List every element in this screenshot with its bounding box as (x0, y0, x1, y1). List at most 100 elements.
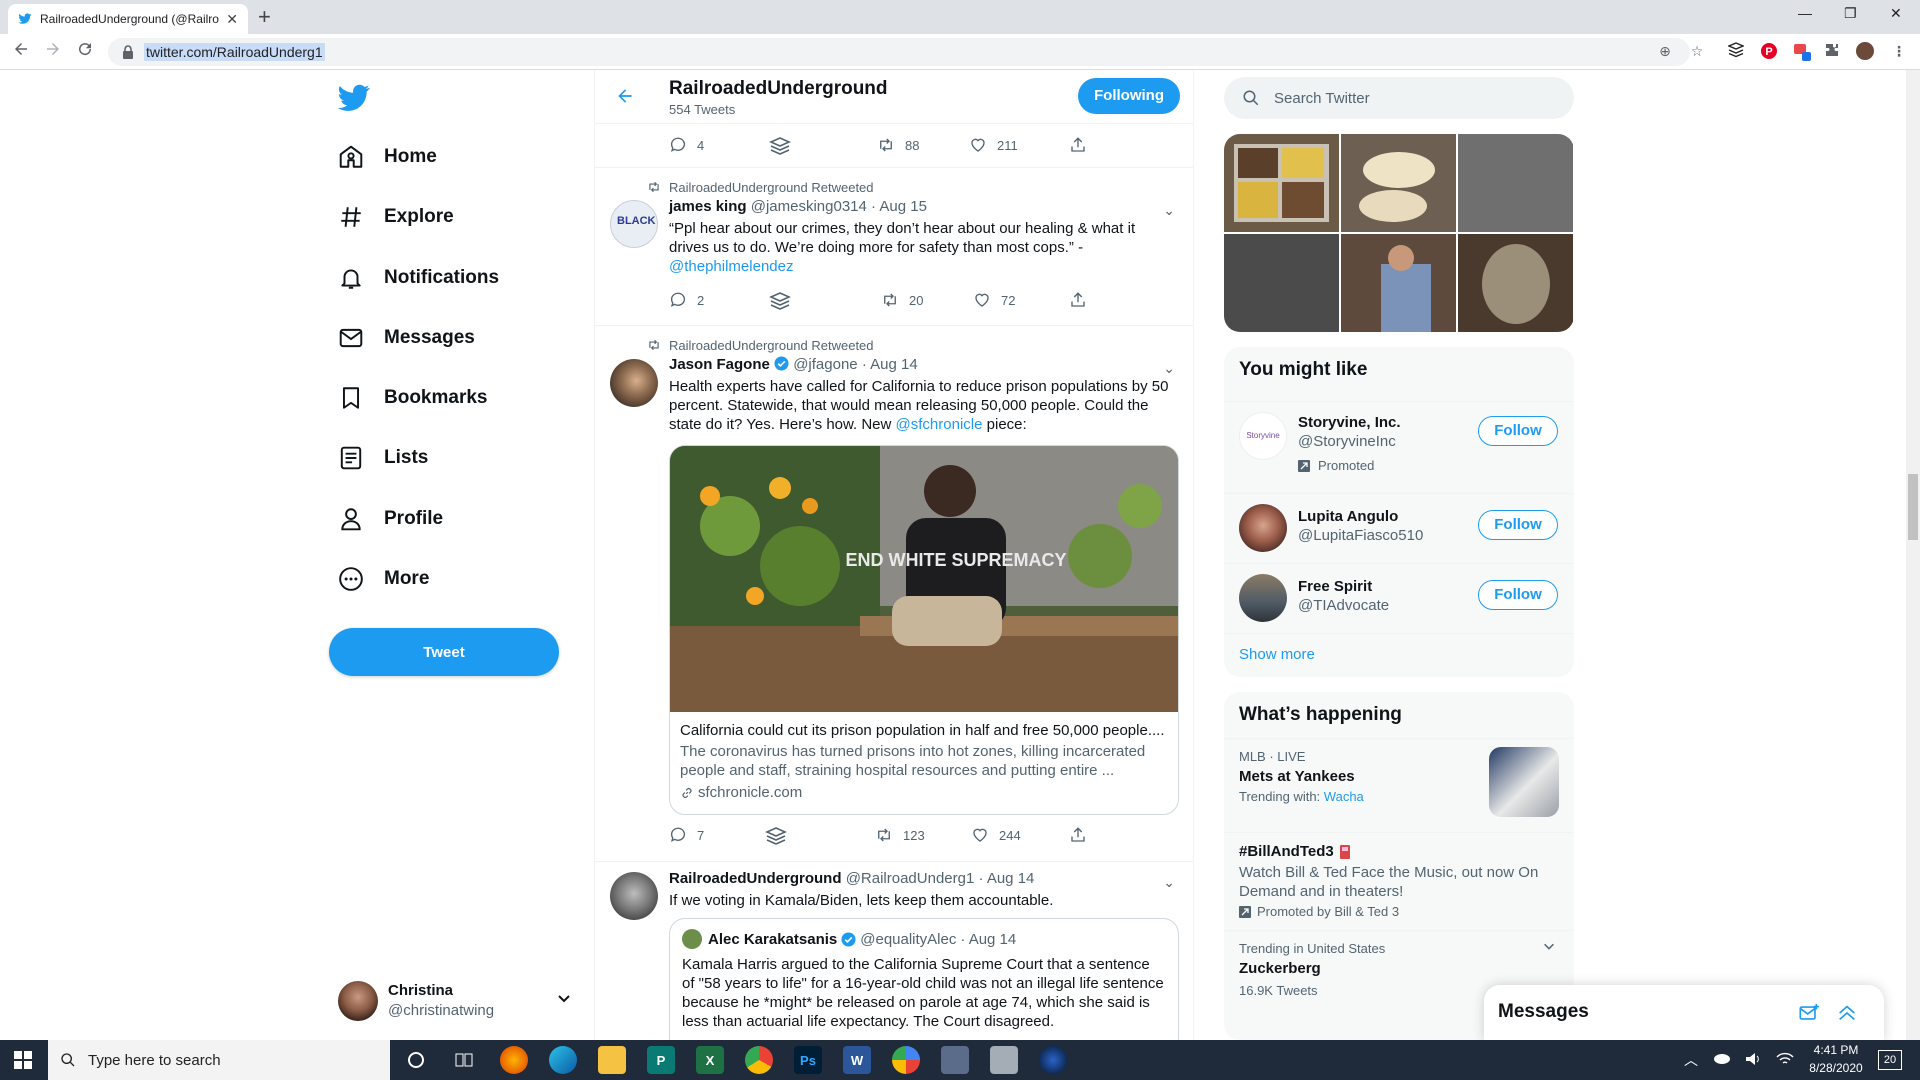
tweet-date[interactable]: · Aug 14 (979, 870, 1035, 887)
forward-icon[interactable] (44, 40, 62, 58)
like-button[interactable]: 72 (973, 291, 1015, 309)
add-icon[interactable]: ⊕ (1656, 42, 1674, 60)
tweet-card[interactable]: RailroadedUnderground @RailroadUnderg1 ·… (595, 862, 1193, 1040)
pinterest-extension-icon[interactable]: P (1760, 42, 1778, 60)
minimize-button[interactable]: — (1798, 5, 1812, 21)
tweet-author-handle[interactable]: @jfagone (793, 356, 857, 373)
stack-button[interactable] (769, 291, 801, 311)
reload-icon[interactable] (76, 40, 94, 58)
nav-bookmarks[interactable]: Bookmarks (338, 378, 488, 418)
search-box[interactable]: Search Twitter (1224, 77, 1574, 119)
chevron-down-icon[interactable]: ⌄ (1163, 874, 1175, 891)
back-arrow-icon[interactable] (615, 86, 635, 106)
nav-notifications[interactable]: Notifications (338, 258, 499, 298)
stack-button[interactable] (769, 136, 801, 156)
media-thumbnail[interactable] (1224, 234, 1339, 332)
volume-icon[interactable] (1744, 1051, 1762, 1067)
stack-button[interactable] (765, 826, 797, 846)
excel-icon[interactable]: X (696, 1046, 724, 1074)
trend-item[interactable]: MLB · LIVE Mets at Yankees Trending with… (1224, 738, 1574, 832)
quote-tweet[interactable]: Alec Karakatsanis @equalityAlec · Aug 14… (669, 918, 1179, 1040)
tweet-date[interactable]: · Aug 14 (862, 356, 918, 373)
chrome-menu-icon[interactable]: ⋮ (1890, 42, 1908, 60)
wifi-icon[interactable] (1776, 1051, 1794, 1067)
mention-link[interactable]: @thephilmelendez (669, 258, 793, 275)
follow-button[interactable]: Follow (1478, 416, 1558, 446)
windows-start-icon[interactable] (14, 1051, 32, 1069)
tweet-author-name[interactable]: RailroadedUnderground (669, 870, 842, 887)
nav-lists[interactable]: Lists (338, 438, 428, 478)
bookmark-star-icon[interactable]: ☆ (1688, 42, 1706, 60)
back-icon[interactable] (12, 40, 30, 58)
buffer-extension-icon[interactable] (1728, 42, 1746, 60)
notification-center-icon[interactable]: 20 (1878, 1050, 1902, 1070)
tweet-date[interactable]: · Aug 15 (871, 198, 927, 215)
show-more-row[interactable]: Show more (1224, 633, 1574, 677)
retweet-button[interactable]: 88 (877, 136, 919, 154)
firefox-icon[interactable] (500, 1046, 528, 1074)
tweet-author-name[interactable]: james king (669, 198, 747, 215)
trending-with-link[interactable]: Wacha (1324, 789, 1364, 804)
onedrive-icon[interactable] (1712, 1052, 1730, 1064)
app-window-icon[interactable] (941, 1046, 969, 1074)
nav-messages[interactable]: Messages (338, 318, 475, 358)
app-pinwheel-icon[interactable] (892, 1046, 920, 1074)
chevron-down-icon[interactable] (1542, 939, 1556, 953)
tweet-avatar[interactable] (610, 359, 658, 407)
messages-drawer[interactable]: Messages (1484, 985, 1884, 1041)
new-message-icon[interactable] (1798, 1002, 1820, 1024)
tweet-author-handle[interactable]: @jamesking0314 (751, 198, 867, 215)
publisher-icon[interactable]: P (647, 1046, 675, 1074)
app-circle-icon[interactable] (1039, 1046, 1067, 1074)
trend-item[interactable]: #BillAndTed3 Watch Bill & Ted Face the M… (1224, 832, 1574, 930)
twitter-logo-icon[interactable] (338, 84, 370, 112)
follow-button[interactable]: Follow (1478, 580, 1558, 610)
nav-profile[interactable]: Profile (338, 499, 443, 539)
app-folder-icon[interactable] (990, 1046, 1018, 1074)
tweet-avatar[interactable] (610, 872, 658, 920)
word-icon[interactable]: W (843, 1046, 871, 1074)
reply-button[interactable]: 4 (669, 136, 704, 154)
file-explorer-icon[interactable] (598, 1046, 626, 1074)
following-button[interactable]: Following (1078, 78, 1180, 114)
extension-badge-icon[interactable] (1792, 42, 1811, 61)
retweet-button[interactable]: 20 (881, 291, 923, 309)
browser-tab[interactable]: RailroadedUnderground (@Railro ✕ (8, 4, 248, 34)
tab-close-icon[interactable]: ✕ (226, 11, 238, 28)
clock-date[interactable]: 8/28/2020 (1808, 1061, 1864, 1075)
clock-time[interactable]: 4:41 PM (1808, 1043, 1864, 1057)
nav-home[interactable]: Home (338, 137, 437, 177)
new-tab-button[interactable]: + (258, 4, 271, 30)
close-window-button[interactable]: ✕ (1890, 5, 1902, 22)
task-view-icon[interactable] (450, 1046, 478, 1074)
expand-up-icon[interactable] (1836, 1002, 1858, 1024)
tweet-card[interactable]: RailroadedUnderground Retweeted BLACK ja… (595, 168, 1193, 326)
like-button[interactable]: 211 (969, 136, 1018, 154)
reply-button[interactable]: 7 (669, 826, 704, 844)
tweet-author-name[interactable]: Jason Fagone (669, 356, 770, 373)
photoshop-icon[interactable]: Ps (794, 1046, 822, 1074)
nav-more[interactable]: More (338, 559, 429, 599)
media-thumbnail[interactable] (1341, 134, 1456, 232)
tray-chevron-icon[interactable]: ︿ (1684, 1050, 1698, 1070)
show-more-link[interactable]: Show more (1239, 646, 1315, 663)
share-button[interactable] (1069, 826, 1097, 844)
tweet-button[interactable]: Tweet (329, 628, 559, 676)
mention-link[interactable]: @sfchronicle (896, 416, 983, 433)
chrome-icon[interactable] (745, 1046, 773, 1074)
taskbar-search[interactable]: Type here to search (48, 1040, 390, 1080)
tweet-card[interactable]: RailroadedUnderground Retweeted Jason Fa… (595, 326, 1193, 862)
suggested-account[interactable]: Lupita Angulo @LupitaFiasco510 Follow (1224, 493, 1574, 563)
retweet-button[interactable]: 123 (875, 826, 925, 844)
maximize-button[interactable]: ❐ (1844, 5, 1857, 22)
account-switcher[interactable]: Christina @christinatwing (338, 978, 578, 1022)
chevron-down-icon[interactable]: ⌄ (1163, 202, 1175, 219)
link-card[interactable]: END WHITE SUPREMACY California could cut… (669, 445, 1179, 815)
media-thumbnail[interactable] (1341, 234, 1456, 332)
scrollbar-thumb[interactable] (1908, 474, 1918, 540)
tweet-card[interactable]: 4 88 211 (595, 124, 1193, 168)
puzzle-extensions-icon[interactable] (1824, 42, 1842, 60)
media-thumbnail[interactable] (1458, 134, 1573, 232)
suggested-account[interactable]: Free Spirit @TIAdvocate Follow (1224, 563, 1574, 633)
suggested-account[interactable]: Storyvine Storyvine, Inc. @StoryvineInc … (1224, 401, 1574, 493)
